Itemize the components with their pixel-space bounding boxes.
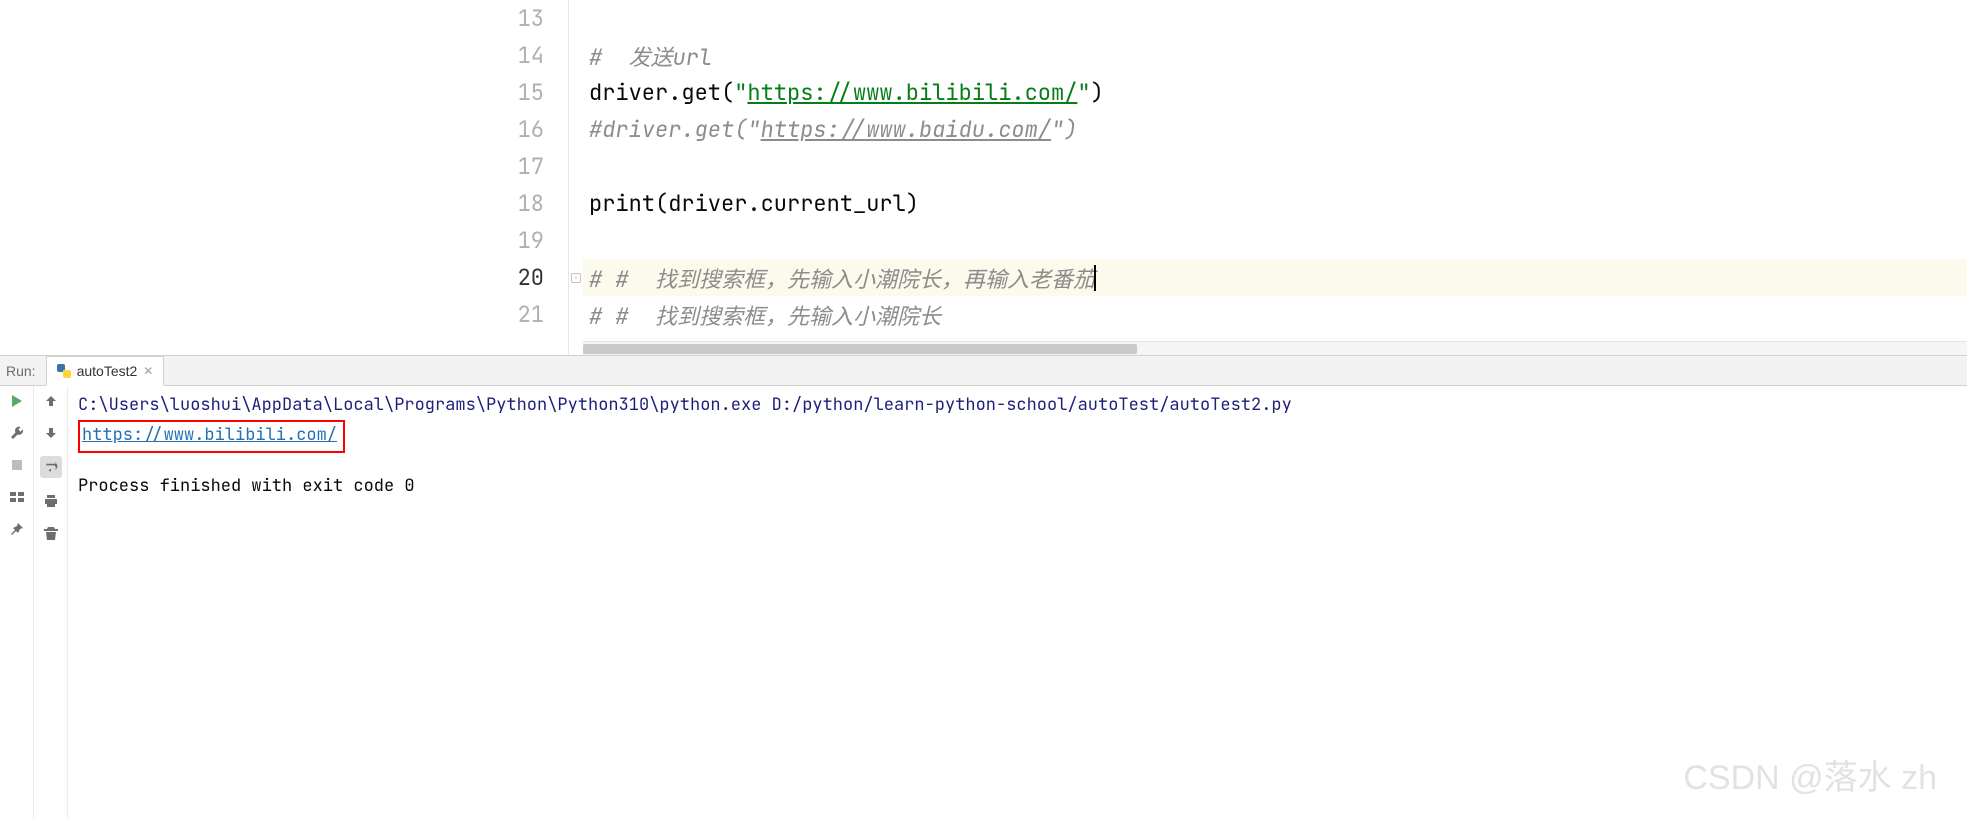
- line-number-gutter[interactable]: 131415161718192021: [464, 0, 569, 355]
- arrow-down-icon[interactable]: [42, 424, 60, 442]
- fold-cell: [569, 296, 583, 333]
- code-line[interactable]: [583, 0, 1967, 37]
- pin-icon[interactable]: [8, 520, 26, 538]
- close-icon[interactable]: ✕: [143, 364, 153, 378]
- code-token: driver.get(: [589, 78, 734, 107]
- code-token: print(driver.current_url): [589, 189, 919, 218]
- code-line[interactable]: # 发送url: [583, 37, 1967, 74]
- code-editor[interactable]: # 发送urldriver.get("https://www.bilibili.…: [583, 0, 1967, 355]
- editor-horizontal-scrollbar[interactable]: [583, 341, 1967, 355]
- code-line[interactable]: # # 找到搜索框，先输入小潮院长，再输入老番茄: [583, 259, 1967, 296]
- fold-cell: [569, 222, 583, 259]
- run-tabbar: Run: autoTest2 ✕: [0, 356, 1967, 386]
- fold-cell: [569, 74, 583, 111]
- line-number[interactable]: 21: [464, 296, 568, 333]
- code-token: "): [1051, 115, 1077, 144]
- line-number[interactable]: 19: [464, 222, 568, 259]
- line-number[interactable]: 15: [464, 74, 568, 111]
- fold-cell[interactable]: -: [569, 259, 583, 296]
- code-token: ): [1091, 78, 1104, 107]
- arrow-up-icon[interactable]: [42, 392, 60, 410]
- run-icon[interactable]: [8, 392, 26, 410]
- console-output[interactable]: C:\Users\luoshui\AppData\Local\Programs\…: [68, 386, 1967, 819]
- code-line[interactable]: #driver.get("https://www.baidu.com/"): [583, 111, 1967, 148]
- fold-toggle-icon[interactable]: -: [571, 273, 581, 283]
- soft-wrap-icon[interactable]: [40, 456, 62, 478]
- editor-area: 131415161718192021 - # 发送urldriver.get("…: [0, 0, 1967, 355]
- fold-cell: [569, 185, 583, 222]
- print-icon[interactable]: [42, 492, 60, 510]
- run-body: C:\Users\luoshui\AppData\Local\Programs\…: [0, 386, 1967, 819]
- code-line[interactable]: print(driver.current_url): [583, 185, 1967, 222]
- fold-cell: [569, 0, 583, 37]
- code-line[interactable]: [583, 148, 1967, 185]
- code-token: ": [734, 78, 747, 107]
- code-token: https://www.bilibili.com/: [747, 78, 1077, 107]
- console-link[interactable]: https://www.bilibili.com/: [82, 424, 337, 446]
- fold-cell: [569, 148, 583, 185]
- run-tab-autotest2[interactable]: autoTest2 ✕: [46, 356, 165, 386]
- line-number[interactable]: 20: [464, 259, 568, 296]
- code-token: # 发送url: [589, 40, 712, 72]
- run-tool-window: Run: autoTest2 ✕ C: [0, 355, 1967, 819]
- code-token: # # 找到搜索框，先输入小潮院长: [589, 299, 941, 331]
- line-number[interactable]: 13: [464, 0, 568, 37]
- wrench-icon[interactable]: [8, 424, 26, 442]
- app-root: 131415161718192021 - # 发送urldriver.get("…: [0, 0, 1967, 819]
- layout-icon[interactable]: [8, 488, 26, 506]
- highlight-box: https://www.bilibili.com/: [78, 420, 345, 452]
- trash-icon[interactable]: [42, 524, 60, 542]
- editor-left-blank: [0, 0, 464, 355]
- text-caret: [1094, 265, 1096, 291]
- code-token: # # 找到搜索框，先输入小潮院长，再输入老番茄: [589, 262, 1095, 294]
- line-number[interactable]: 18: [464, 185, 568, 222]
- line-number[interactable]: 17: [464, 148, 568, 185]
- python-file-icon: [57, 364, 71, 378]
- console-exit: Process finished with exit code 0: [78, 473, 1957, 499]
- scrollbar-thumb[interactable]: [583, 344, 1137, 354]
- fold-cell: [569, 37, 583, 74]
- code-line[interactable]: # # 找到搜索框，先输入小潮院长: [583, 296, 1967, 333]
- code-line[interactable]: [583, 222, 1967, 259]
- line-number[interactable]: 14: [464, 37, 568, 74]
- code-token: #driver.get(": [589, 115, 761, 144]
- run-toolbar-right: [34, 386, 68, 819]
- run-tab-label: autoTest2: [77, 363, 138, 379]
- fold-column[interactable]: -: [569, 0, 583, 355]
- line-number[interactable]: 16: [464, 111, 568, 148]
- stop-icon[interactable]: [8, 456, 26, 474]
- code-line[interactable]: driver.get("https://www.bilibili.com/"): [583, 74, 1967, 111]
- console-command: C:\Users\luoshui\AppData\Local\Programs\…: [78, 392, 1957, 418]
- run-toolbar-left: [0, 386, 34, 819]
- run-label: Run:: [0, 356, 46, 385]
- code-token: https://www.baidu.com/: [761, 115, 1051, 144]
- fold-cell: [569, 111, 583, 148]
- code-token: ": [1077, 78, 1090, 107]
